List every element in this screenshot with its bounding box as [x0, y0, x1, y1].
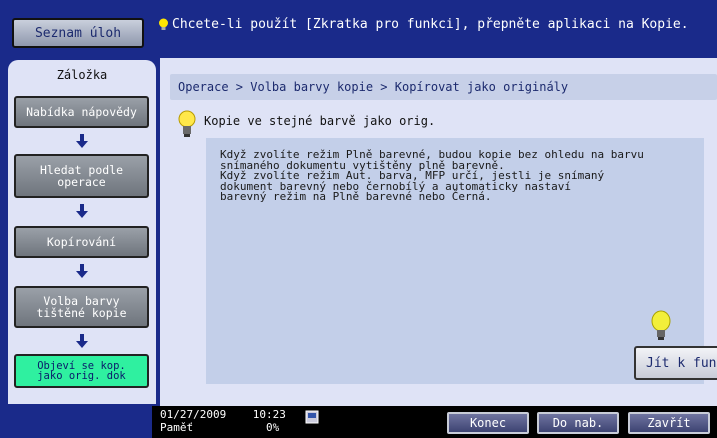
message-area: Chcete-li použít [Zkratka pro funkci], p… [152, 0, 717, 58]
bookmark-title: Záložka [56, 68, 108, 82]
breadcrumb: Operace > Volba barvy kopie > Kopírovat … [170, 74, 717, 100]
task-list-button[interactable]: Seznam úloh [12, 18, 144, 48]
bottom-left-panel [0, 406, 152, 438]
back-label: Do nab. [552, 416, 604, 430]
lightbulb-icon [159, 18, 168, 30]
memory-status: Paměť 0% [160, 422, 279, 433]
date-time: 01/27/2009 10:23 [160, 409, 286, 420]
sidebar-item-color-selection[interactable]: Volba barvy tištěné kopie [14, 286, 149, 328]
arrow-down-icon [76, 334, 88, 348]
task-list-label: Seznam úloh [34, 25, 122, 41]
lamp-icon [651, 310, 671, 340]
memory-value: 0% [265, 421, 280, 434]
sidebar-item-label: Hledat podle operace [39, 163, 124, 189]
sidebar-item-label: Kopírování [46, 235, 117, 249]
arrow-down-icon [76, 264, 88, 278]
sidebar-item-search-by-operation[interactable]: Hledat podle operace [14, 154, 149, 198]
sidebar-item-copying[interactable]: Kopírování [14, 226, 149, 258]
sidebar-item-copy-as-original[interactable]: Objeví se kop. jako orig. dok [14, 354, 149, 388]
goto-function-button[interactable]: Jít k funkci [634, 346, 717, 380]
sidebar-item-label: Nabídka nápovědy [26, 105, 137, 119]
sidebar-item-label: Objeví se kop. jako orig. dok [37, 360, 126, 382]
sidebar-item-help-menu[interactable]: Nabídka nápovědy [14, 96, 149, 128]
sidebar-item-label: Volba barvy tištěné kopie [36, 294, 127, 320]
hint-title: Kopie ve stejné barvě jako orig. [204, 114, 436, 128]
back-to-menu-button[interactable]: Do nab. [537, 412, 619, 434]
network-icon [305, 410, 319, 424]
arrow-down-icon [76, 204, 88, 218]
lightbulb-icon [178, 110, 196, 137]
close-label: Zavřít [647, 416, 691, 430]
arrow-down-icon [76, 134, 88, 148]
top-bar: Seznam úloh Chcete-li použít [Zkratka pr… [0, 0, 717, 58]
date: 01/27/2009 [160, 408, 227, 421]
goto-function-label: Jít k funkci [646, 355, 717, 371]
close-button[interactable]: Zavřít [628, 412, 710, 434]
main-content: Operace > Volba barvy kopie > Kopírovat … [160, 58, 717, 406]
bookmark-panel: Záložka Nabídka nápovědy Hledat podle op… [8, 60, 156, 404]
left-panel: Záložka Nabídka nápovědy Hledat podle op… [0, 58, 160, 406]
description-text: Když zvolíte režim Plně barevné, budou k… [220, 148, 644, 203]
time: 10:23 [252, 408, 286, 421]
header-message: Chcete-li použít [Zkratka pro funkci], p… [172, 17, 689, 32]
bottom-bar: 01/27/2009 10:23 Paměť 0% Konec Do nab. … [0, 406, 717, 438]
end-button[interactable]: Konec [447, 412, 529, 434]
memory-label: Paměť [160, 421, 194, 434]
end-label: Konec [469, 416, 507, 430]
description-box: Když zvolíte režim Plně barevné, budou k… [206, 138, 717, 384]
